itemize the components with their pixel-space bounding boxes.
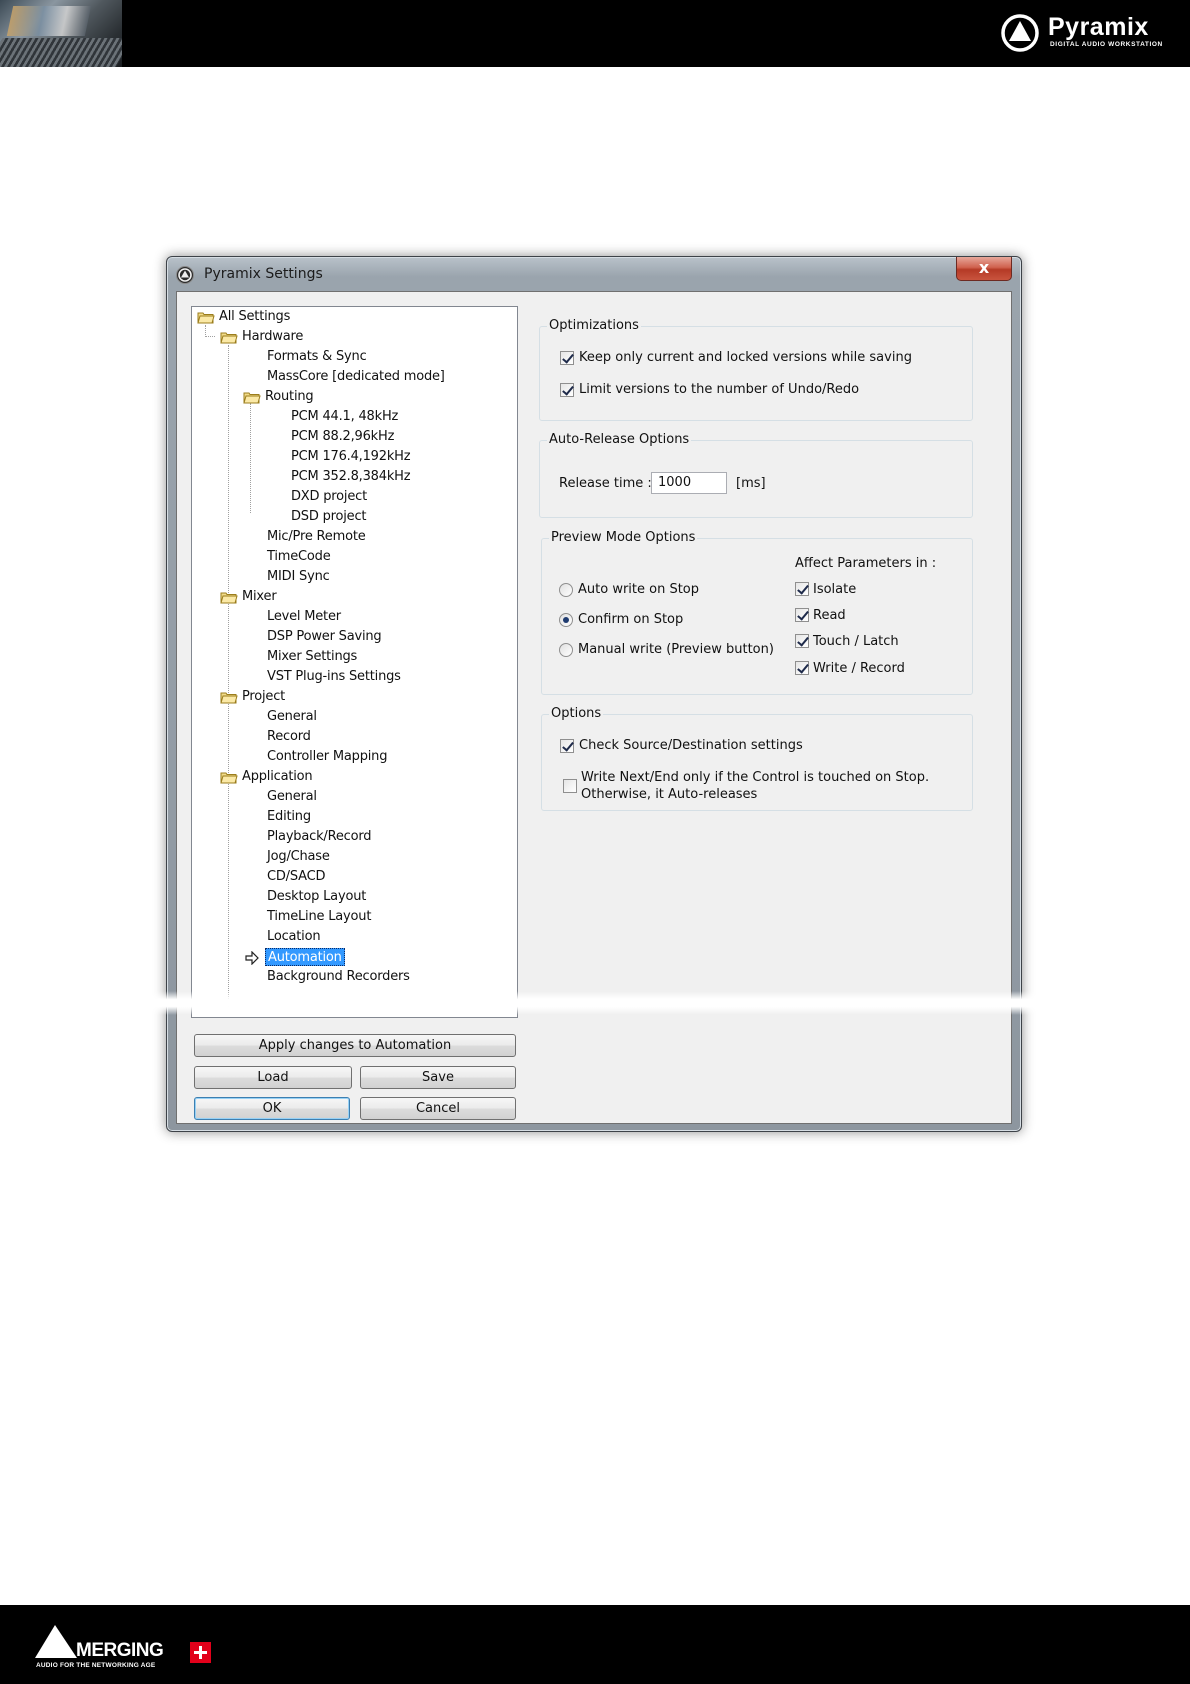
page-header-band: Pyramix DIGITAL AUDIO WORKSTATION [0, 0, 1190, 67]
tree-item-formats-sync[interactable]: Formats & Sync [267, 348, 367, 366]
optimizations-label: Optimizations [547, 318, 641, 333]
check-source-checkbox[interactable] [560, 739, 574, 753]
tree-item-dxd[interactable]: DXD project [291, 488, 367, 506]
settings-tree[interactable]: All Settings Hardware Formats & Sync Mas… [191, 306, 518, 1018]
read-label: Read [813, 608, 846, 623]
radio-confirm-label: Confirm on Stop [578, 612, 684, 627]
folder-open-icon [197, 312, 215, 324]
write-next-label-line2: Otherwise, it Auto-releases [581, 787, 758, 802]
release-time-label: Release time : [559, 476, 652, 491]
app-icon [176, 266, 194, 284]
write-next-label-line1: Write Next/End only if the Control is to… [581, 770, 930, 785]
limit-versions-label: Limit versions to the number of Undo/Red… [579, 382, 860, 397]
touch-latch-checkbox[interactable] [795, 634, 809, 648]
brand-name: Pyramix [1048, 13, 1149, 41]
touch-latch-label: Touch / Latch [813, 634, 899, 649]
release-time-unit: [ms] [736, 476, 766, 491]
tree-item-jog-chase[interactable]: Jog/Chase [267, 848, 330, 866]
options-group: Options Check Source/Destination setting… [541, 706, 973, 811]
folder-open-icon [220, 332, 238, 344]
apply-changes-button[interactable]: Apply changes to Automation [194, 1034, 516, 1057]
brand-tagline: DIGITAL AUDIO WORKSTATION [1050, 41, 1163, 48]
folder-open-icon [243, 392, 261, 404]
tree-item-app-general[interactable]: General [267, 788, 317, 806]
folder-open-icon [220, 692, 238, 704]
save-button[interactable]: Save [360, 1066, 516, 1089]
tree-item-mixer-settings[interactable]: Mixer Settings [267, 648, 357, 666]
tree-item-cd-sacd[interactable]: CD/SACD [267, 868, 326, 886]
ok-button[interactable]: OK [194, 1097, 350, 1120]
dialog-title: Pyramix Settings [204, 266, 323, 282]
preview-mode-group: Preview Mode Options Auto write on Stop … [541, 530, 973, 695]
optimizations-group: Optimizations Keep only current and lock… [539, 318, 973, 421]
auto-release-group: Auto-Release Options Release time : 1000… [539, 432, 973, 518]
tree-item-location[interactable]: Location [267, 928, 321, 946]
tree-item-all-settings[interactable]: All Settings [197, 308, 290, 326]
tree-item-pcm-44[interactable]: PCM 44.1, 48kHz [291, 408, 398, 426]
tree-item-midi-sync[interactable]: MIDI Sync [267, 568, 330, 586]
isolate-checkbox[interactable] [795, 582, 809, 596]
keep-versions-label: Keep only current and locked versions wh… [579, 350, 912, 365]
write-next-checkbox[interactable] [563, 779, 577, 793]
tree-item-mixer[interactable]: Mixer [220, 588, 277, 606]
radio-auto-write-on-stop[interactable] [559, 583, 573, 597]
page-footer-band [0, 1605, 1190, 1684]
tree-item-pcm-176[interactable]: PCM 176.4,192kHz [291, 448, 411, 466]
tree-item-hardware[interactable]: Hardware [220, 328, 303, 346]
tree-item-project-general[interactable]: General [267, 708, 317, 726]
radio-auto-write-label: Auto write on Stop [578, 582, 700, 597]
auto-release-label: Auto-Release Options [547, 432, 692, 447]
tree-item-timecode[interactable]: TimeCode [267, 548, 331, 566]
load-button[interactable]: Load [194, 1066, 352, 1089]
tree-item-timeline-layout[interactable]: TimeLine Layout [267, 908, 371, 926]
write-record-label: Write / Record [813, 661, 905, 676]
radio-manual-write-label: Manual write (Preview button) [578, 642, 774, 657]
header-studio-photo [0, 0, 122, 67]
radio-manual-write[interactable] [559, 643, 573, 657]
merging-logo-icon [35, 1625, 77, 1658]
tree-item-editing[interactable]: Editing [267, 808, 311, 826]
folder-open-icon [220, 592, 238, 604]
tree-item-application[interactable]: Application [220, 768, 313, 786]
tree-item-desktop-layout[interactable]: Desktop Layout [267, 888, 366, 906]
plus-logo-icon [190, 1642, 211, 1663]
tree-item-dsd[interactable]: DSD project [291, 508, 367, 526]
close-button[interactable]: x [956, 257, 1012, 281]
tree-item-vst-plugins[interactable]: VST Plug-ins Settings [267, 668, 401, 686]
check-source-label: Check Source/Destination settings [579, 738, 803, 753]
tree-item-dsp-power-saving[interactable]: DSP Power Saving [267, 628, 382, 646]
keep-versions-checkbox[interactable] [560, 351, 574, 365]
tree-item-project[interactable]: Project [220, 688, 285, 706]
tree-item-level-meter[interactable]: Level Meter [267, 608, 341, 626]
tree-item-background-recorders[interactable]: Background Recorders [267, 968, 410, 986]
write-record-checkbox[interactable] [795, 661, 809, 675]
tree-item-pcm-352[interactable]: PCM 352.8,384kHz [291, 468, 411, 486]
tree-item-automation[interactable]: Automation [265, 948, 345, 966]
read-checkbox[interactable] [795, 608, 809, 622]
options-label: Options [549, 706, 604, 721]
folder-open-icon [220, 772, 238, 784]
affect-parameters-label: Affect Parameters in : [795, 556, 937, 571]
torn-edge-divider [150, 991, 1040, 1015]
limit-versions-checkbox[interactable] [560, 383, 574, 397]
release-time-input[interactable]: 1000 [651, 472, 727, 494]
preview-mode-label: Preview Mode Options [549, 530, 698, 545]
radio-confirm-on-stop[interactable] [559, 613, 573, 627]
tree-item-masscore[interactable]: MassCore [dedicated mode] [267, 368, 445, 386]
tree-item-mic-pre-remote[interactable]: Mic/Pre Remote [267, 528, 366, 546]
tree-item-routing[interactable]: Routing [243, 388, 314, 406]
tree-item-project-record[interactable]: Record [267, 728, 311, 746]
cancel-button[interactable]: Cancel [360, 1097, 516, 1120]
footer-brand-name: MERGING [76, 1640, 164, 1661]
current-item-arrow-icon [245, 951, 259, 965]
tree-item-controller-mapping[interactable]: Controller Mapping [267, 748, 387, 766]
isolate-label: Isolate [813, 582, 857, 597]
footer-brand-tagline: AUDIO FOR THE NETWORKING AGE [36, 1662, 156, 1669]
tree-item-playback-record[interactable]: Playback/Record [267, 828, 372, 846]
tree-item-pcm-88[interactable]: PCM 88.2,96kHz [291, 428, 394, 446]
pyramix-logo-icon [1001, 14, 1039, 52]
